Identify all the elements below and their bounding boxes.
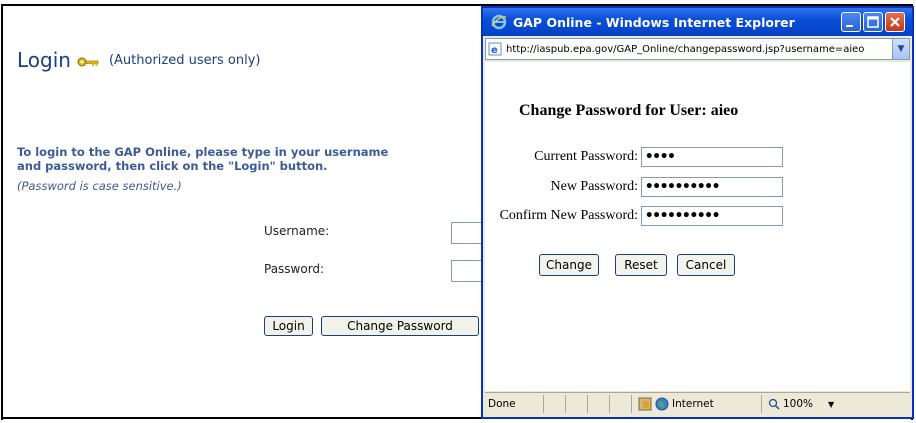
current-password-label: Current Password: bbox=[534, 149, 638, 164]
status-cell bbox=[587, 395, 609, 413]
ie-logo-icon bbox=[491, 14, 507, 30]
security-zone[interactable]: Internet bbox=[631, 395, 761, 413]
ie-popup-window: GAP Online - Windows Internet Explorer e… bbox=[481, 6, 914, 419]
status-bar: Done Internet 100% ▼ bbox=[485, 392, 910, 415]
window-titlebar[interactable]: GAP Online - Windows Internet Explorer bbox=[483, 8, 912, 36]
chevron-down-icon: ▼ bbox=[828, 399, 835, 409]
address-dropdown-button[interactable]: ▼ bbox=[892, 39, 909, 59]
status-text: Done bbox=[488, 398, 516, 410]
minimize-icon bbox=[846, 25, 853, 27]
authorized-note: (Authorized users only) bbox=[108, 52, 261, 68]
zoom-control[interactable]: 100% ▼ bbox=[761, 395, 867, 413]
page-icon: e bbox=[488, 42, 502, 56]
status-cell bbox=[609, 395, 631, 413]
maximize-icon bbox=[867, 16, 879, 28]
case-sensitive-note: (Password is case sensitive.) bbox=[17, 179, 182, 193]
confirm-password-label: Confirm New Password: bbox=[499, 208, 638, 223]
address-bar[interactable]: e http://iaspub.epa.gov/GAP_Online/chang… bbox=[485, 38, 910, 60]
zoom-level: 100% bbox=[783, 398, 814, 410]
change-password-title: Change Password for User: aieo bbox=[519, 102, 739, 119]
reset-button[interactable]: Reset bbox=[615, 254, 667, 276]
zone-label: Internet bbox=[672, 398, 714, 410]
svg-text:e: e bbox=[491, 45, 498, 56]
close-button[interactable] bbox=[885, 12, 905, 32]
change-password-button[interactable]: Change Password bbox=[321, 316, 479, 336]
key-icon bbox=[77, 57, 99, 67]
current-password-input[interactable]: •••• bbox=[641, 147, 783, 167]
instructions-line-1: To login to the GAP Online, please type … bbox=[17, 145, 389, 159]
change-button[interactable]: Change bbox=[539, 254, 599, 276]
cancel-button[interactable]: Cancel bbox=[677, 254, 735, 276]
confirm-password-input[interactable]: •••••••••• bbox=[641, 206, 783, 226]
new-password-label: New Password: bbox=[550, 179, 639, 194]
close-icon bbox=[890, 17, 900, 27]
protected-mode-icon bbox=[638, 397, 652, 411]
login-button[interactable]: Login bbox=[264, 316, 313, 336]
window-title: GAP Online - Windows Internet Explorer bbox=[513, 14, 795, 30]
maximize-button[interactable] bbox=[863, 12, 883, 32]
globe-icon bbox=[655, 397, 669, 411]
popup-content: Change Password for User: aieo Current P… bbox=[485, 62, 910, 391]
address-url[interactable]: http://iaspub.epa.gov/GAP_Online/changep… bbox=[506, 44, 886, 55]
instructions-line-2: and password, then click on the "Login" … bbox=[17, 159, 328, 173]
page-title: Login bbox=[17, 48, 71, 72]
minimize-button[interactable] bbox=[841, 12, 861, 32]
zoom-icon bbox=[768, 398, 780, 410]
login-heading: Login (Authorized users only) bbox=[17, 48, 260, 72]
status-cell bbox=[543, 395, 565, 413]
new-password-input[interactable]: •••••••••• bbox=[641, 177, 783, 197]
chevron-down-icon: ▼ bbox=[897, 44, 905, 54]
username-label: Username: bbox=[264, 224, 330, 238]
login-instructions: To login to the GAP Online, please type … bbox=[17, 145, 388, 173]
password-label: Password: bbox=[264, 262, 325, 276]
status-cell bbox=[565, 395, 587, 413]
